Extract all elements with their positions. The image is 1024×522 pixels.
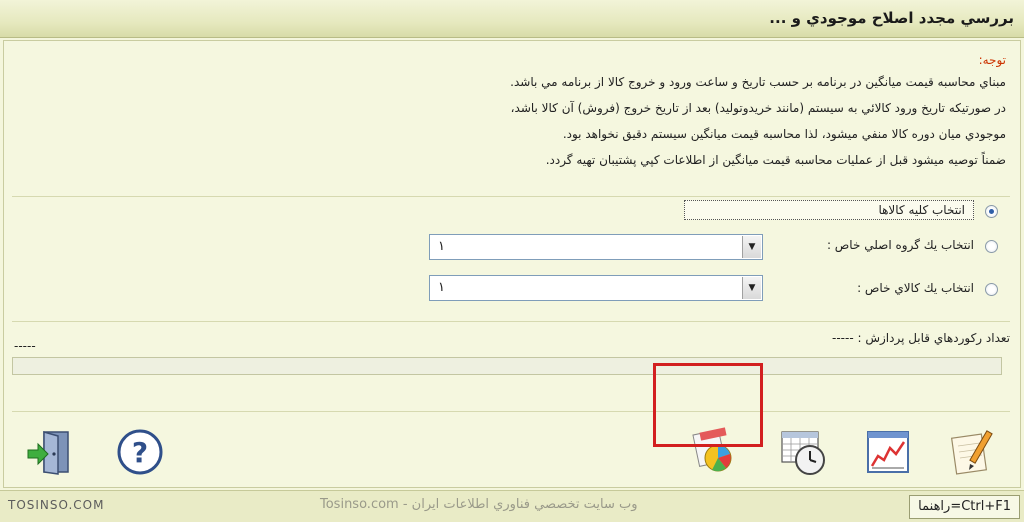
watermark-left: TOSINSO.COM bbox=[8, 498, 105, 512]
single-good-select[interactable]: ١ ▼ bbox=[429, 275, 763, 301]
watermark-center: وب سايت تخصصي فناوري اطلاعات ايران - Tos… bbox=[320, 497, 638, 512]
calendar-button[interactable] bbox=[778, 426, 830, 478]
calendar-clock-icon bbox=[781, 431, 825, 475]
chart-document-icon bbox=[867, 431, 909, 473]
edit-button[interactable] bbox=[948, 426, 1000, 478]
radio-all-goods[interactable] bbox=[985, 205, 998, 218]
divider bbox=[12, 196, 1010, 197]
option-all-goods-label[interactable]: انتخاب كليه كالاها bbox=[684, 200, 974, 220]
chevron-down-icon[interactable]: ▼ bbox=[742, 277, 761, 299]
status-bar: TOSINSO.COM وب سايت تخصصي فناوري اطلاعات… bbox=[0, 490, 1024, 522]
toolbar: ? bbox=[4, 416, 1022, 486]
option-single-good-label[interactable]: انتخاب يك كالاي خاص : bbox=[857, 281, 974, 295]
main-group-select[interactable]: ١ ▼ bbox=[429, 234, 763, 260]
records-left-value: ----- bbox=[14, 339, 36, 353]
highlight-box bbox=[653, 363, 763, 447]
single-good-select-value: ١ bbox=[438, 280, 445, 295]
divider bbox=[12, 321, 1010, 322]
main-group-select-value: ١ bbox=[438, 239, 445, 254]
notice-line: موجودي ميان دوره كالا منفي ميشود، لذا مح… bbox=[562, 127, 1006, 141]
title-bar: بررسي مجدد اصلاح موجودي و ... bbox=[0, 0, 1024, 38]
notice-line: مبناي محاسبه قيمت ميانگين در برنامه بر ح… bbox=[510, 75, 1006, 89]
notice-line: در صورتيكه تاريخ ورود كالائي به سيستم (م… bbox=[510, 101, 1006, 115]
option-main-group-label[interactable]: انتخاب يك گروه اصلي خاص : bbox=[827, 238, 974, 252]
help-hint: راهنما=Ctrl+F1 bbox=[909, 495, 1020, 519]
exit-button[interactable] bbox=[24, 426, 76, 478]
records-count-label: تعداد ركوردهاي قابل پردازش : ----- bbox=[832, 331, 1010, 345]
question-icon: ? bbox=[117, 429, 163, 475]
help-button[interactable]: ? bbox=[114, 426, 166, 478]
window-title: بررسي مجدد اصلاح موجودي و ... bbox=[769, 9, 1014, 27]
progress-bar bbox=[12, 357, 1002, 375]
report-button[interactable] bbox=[862, 426, 914, 478]
notice-title: توجه: bbox=[978, 53, 1006, 67]
exit-door-icon bbox=[27, 431, 69, 475]
radio-single-good[interactable] bbox=[985, 283, 998, 296]
main-panel: توجه: مبناي محاسبه قيمت ميانگين در برنام… bbox=[3, 40, 1021, 488]
radio-main-group[interactable] bbox=[985, 240, 998, 253]
notice-box: توجه: مبناي محاسبه قيمت ميانگين در برنام… bbox=[16, 51, 1006, 173]
svg-text:?: ? bbox=[132, 436, 148, 469]
notice-line: ضمناً توصيه ميشود قبل از عمليات محاسبه ق… bbox=[545, 153, 1006, 167]
notepad-pencil-icon bbox=[950, 430, 993, 475]
divider bbox=[12, 411, 1010, 412]
chevron-down-icon[interactable]: ▼ bbox=[742, 236, 761, 258]
